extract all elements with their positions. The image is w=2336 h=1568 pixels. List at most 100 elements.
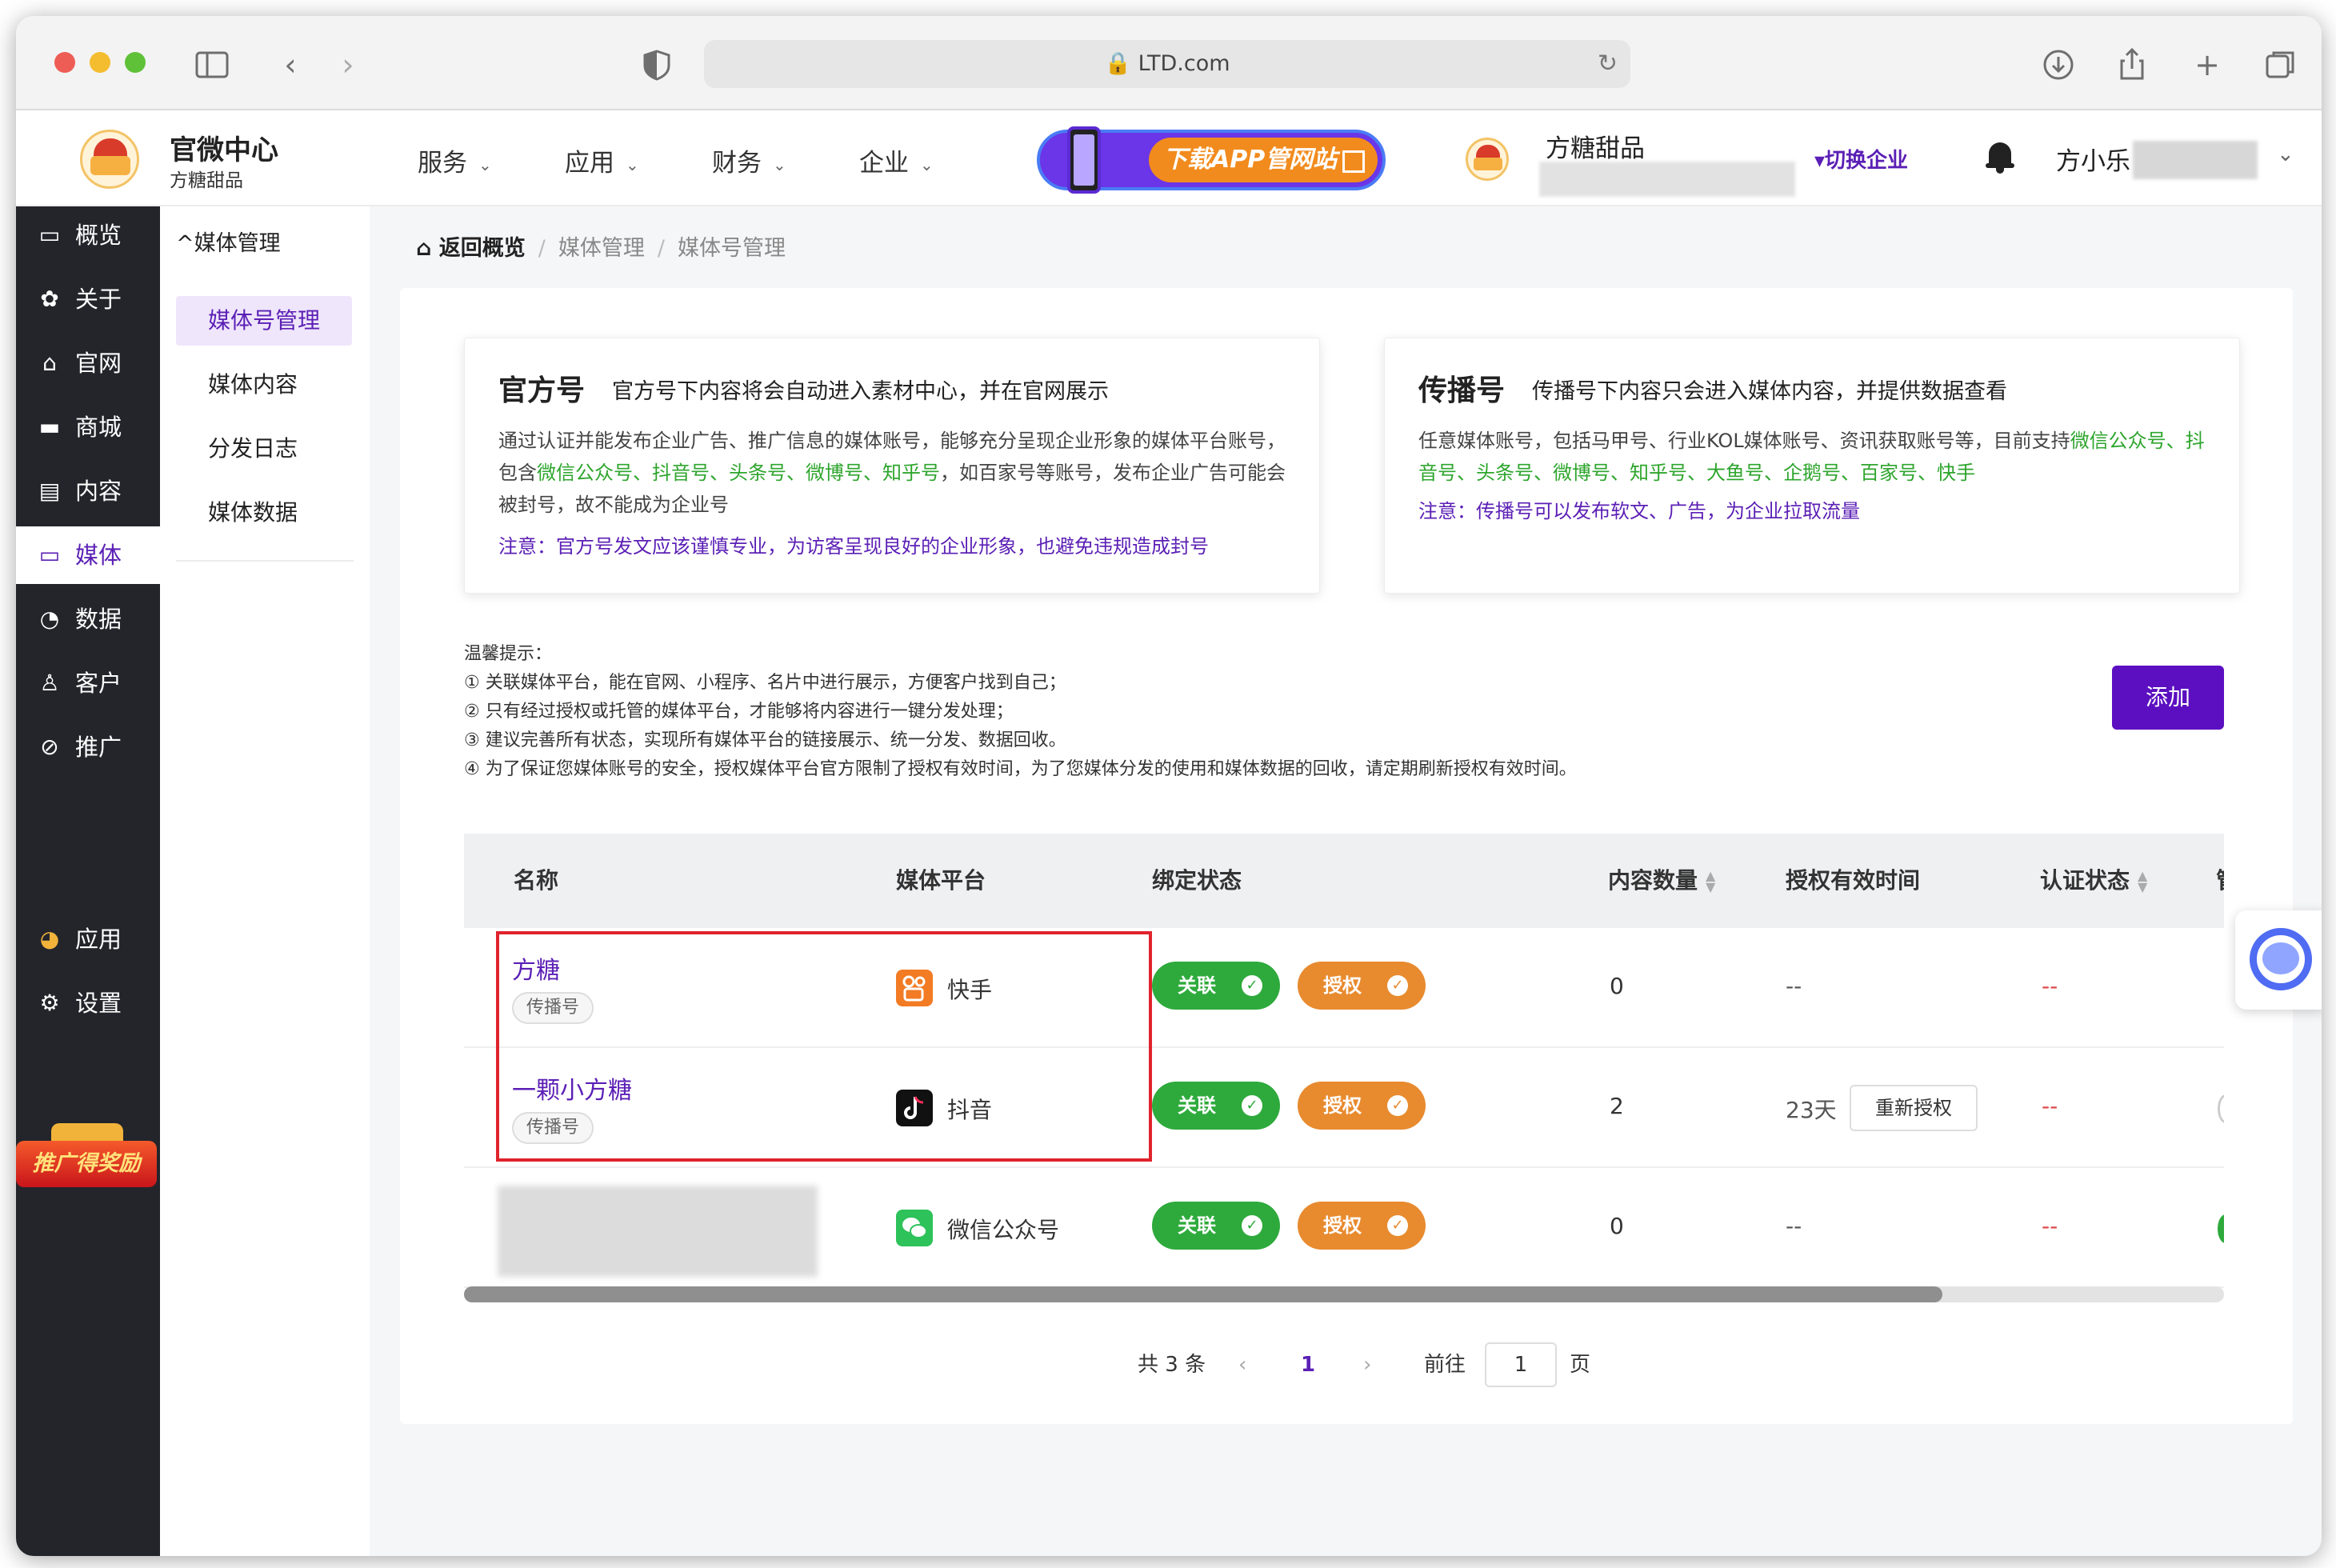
subnav-title[interactable]: ^媒体管理	[176, 226, 281, 257]
card-body: 通过认证并能发布企业广告、推广信息的媒体账号，能够充分呈现企业形象的媒体平台账号…	[498, 425, 1290, 521]
auth-valid-time: --	[1786, 1213, 1802, 1239]
content-count: 0	[1610, 973, 1624, 999]
sidebar-item-label: 商城	[75, 414, 122, 441]
auth-valid-time: 23天	[1786, 1097, 1837, 1123]
nav-services[interactable]: 服务 ⌄	[418, 142, 492, 178]
qr-code-icon	[1342, 150, 1365, 173]
highlight-box	[496, 931, 1152, 1162]
back-icon[interactable]: ‹	[272, 46, 309, 83]
reauthorize-button[interactable]: 重新授权	[1850, 1085, 1978, 1131]
download-icon[interactable]	[2040, 46, 2077, 83]
sidebar-item-content[interactable]: ▤ 内容	[16, 462, 160, 520]
sidebar-item-media[interactable]: ▭ 媒体	[16, 526, 160, 584]
breadcrumb-home-label: 返回概览	[438, 236, 526, 261]
bind-status-button[interactable]: 关联 ✓	[1152, 1202, 1280, 1250]
download-app-banner[interactable]: 下载APP管网站	[1037, 126, 1386, 194]
header-platform: 媒体平台	[896, 867, 986, 894]
minimize-window-button[interactable]	[90, 52, 110, 73]
table-horizontal-scrollbar[interactable]	[464, 1286, 2224, 1302]
user-name[interactable]: 方小乐	[2056, 141, 2130, 177]
sidebar-item-about[interactable]: ✿ 关于	[16, 270, 160, 328]
subnav-item-media-data[interactable]: 媒体数据	[176, 488, 352, 538]
subnav-item-distribution-log[interactable]: 分发日志	[176, 424, 352, 474]
authorize-button[interactable]: 授权 ✓	[1298, 962, 1426, 1010]
authorize-button[interactable]: 授权 ✓	[1298, 1202, 1426, 1250]
content-count: 2	[1610, 1093, 1624, 1119]
promotion-reward-badge[interactable]: 推广得奖励	[16, 1118, 160, 1206]
bind-status-button[interactable]: 关联 ✓	[1152, 962, 1280, 1010]
document-icon: ▤	[38, 478, 61, 504]
sidebar-item-label: 媒体	[75, 542, 122, 569]
new-tab-icon[interactable]: +	[2189, 46, 2226, 83]
nav-finance[interactable]: 财务 ⌄	[712, 142, 786, 178]
goto-label: 前往	[1424, 1353, 1466, 1377]
page-jump-input[interactable]: 1	[1485, 1342, 1557, 1387]
chevron-down-icon[interactable]: ⌄	[2277, 142, 2294, 166]
header-bind-status: 绑定状态	[1152, 867, 1242, 894]
dashboard-icon: ▭	[38, 222, 61, 248]
card-body-text: 任意媒体账号，包括马甲号、行业KOL媒体账号、资讯获取账号等，目前支持	[1418, 430, 2070, 452]
broadcast-account-card: 传播号 传播号下内容只会进入媒体内容，并提供数据查看 任意媒体账号，包括马甲号、…	[1384, 338, 2240, 594]
forward-icon[interactable]: ›	[330, 46, 366, 83]
sidebar-item-overview[interactable]: ▭ 概览	[16, 206, 160, 264]
authorize-button[interactable]: 授权 ✓	[1298, 1082, 1426, 1130]
wechat-icon	[896, 1210, 933, 1246]
sidebar-toggle-icon[interactable]	[194, 46, 230, 83]
share-icon[interactable]	[2114, 46, 2150, 83]
breadcrumb-media-management[interactable]: 媒体管理	[558, 236, 645, 261]
breadcrumb-media-accounts: 媒体号管理	[677, 236, 786, 261]
zoom-window-button[interactable]	[125, 52, 146, 73]
sidebar-item-customers[interactable]: ♙ 客户	[16, 654, 160, 712]
address-bar[interactable]: 🔒 LTD.com ↻	[704, 40, 1630, 88]
user-name-redacted	[2133, 141, 2258, 179]
card-body: 任意媒体账号，包括马甲号、行业KOL媒体账号、资讯获取账号等，目前支持微信公众号…	[1418, 425, 2210, 489]
header-content-count[interactable]: 内容数量 ▲ ▼	[1608, 834, 1715, 928]
platform-name: 微信公众号	[947, 1217, 1060, 1243]
user-icon: ♙	[39, 670, 60, 696]
next-page-icon[interactable]: ›	[1363, 1342, 1371, 1387]
browser-window: ‹ › 🔒 LTD.com ↻ + 官微中心 方糖甜品 服务 ⌄ 应用 ⌄ 财务 ⌄ …	[16, 16, 2322, 1556]
nav-apps[interactable]: 应用 ⌄	[565, 142, 639, 178]
switch-company-link[interactable]: ▾切换企业	[1814, 144, 1908, 174]
brand-title: 官微中心	[170, 134, 278, 166]
check-circle-icon: ✓	[1242, 1215, 1262, 1236]
authorize-label: 授权	[1323, 1214, 1362, 1237]
sidebar-item-apps[interactable]: ◕ 应用	[16, 910, 160, 968]
nav-services-label: 服务	[418, 149, 467, 178]
url-text: 🔒 LTD.com	[1104, 51, 1230, 76]
breadcrumb-home[interactable]: ⌂ 返回概览	[416, 236, 526, 261]
close-window-button[interactable]	[54, 52, 75, 73]
bind-status-label: 关联	[1178, 1094, 1216, 1117]
sidebar-item-promotion[interactable]: ⊘ 推广	[16, 718, 160, 776]
reload-icon[interactable]: ↻	[1598, 50, 1618, 78]
official-account-card: 官方号 官方号下内容将会自动进入素材中心，并在官网展示 通过认证并能发布企业广告…	[464, 338, 1320, 594]
apps-icon: ◕	[39, 926, 60, 952]
sidebar-item-shop[interactable]: ▬ 商城	[16, 398, 160, 456]
check-circle-icon: ✓	[1387, 1215, 1408, 1236]
download-app-label: 下载APP管网站	[1149, 138, 1378, 182]
sort-icon: ▲ ▼	[1706, 868, 1716, 894]
subnav-item-media-content[interactable]: 媒体内容	[176, 360, 352, 410]
gear-icon: ✿	[40, 286, 59, 312]
sidebar-item-data[interactable]: ◔ 数据	[16, 590, 160, 648]
sidebar-item-settings[interactable]: ⚙ 设置	[16, 974, 160, 1032]
sort-icon: ▲ ▼	[2138, 868, 2148, 894]
nav-enterprise[interactable]: 企业 ⌄	[859, 142, 934, 178]
brand-logo[interactable]	[80, 130, 139, 189]
subnav-item-media-accounts[interactable]: 媒体号管理	[176, 296, 352, 346]
header-name: 名称	[514, 867, 559, 894]
shield-icon[interactable]	[638, 46, 675, 83]
main-panel: 官方号 官方号下内容将会自动进入素材中心，并在官网展示 通过认证并能发布企业广告…	[400, 288, 2293, 1424]
prev-page-icon[interactable]: ‹	[1238, 1342, 1246, 1387]
customer-service-button[interactable]	[2235, 910, 2322, 1010]
sidebar-item-website[interactable]: ⌂ 官网	[16, 334, 160, 392]
header-cert-status[interactable]: 认证状态 ▲ ▼	[2040, 834, 2147, 928]
page-number-current[interactable]: 1	[1301, 1342, 1315, 1387]
tabs-overview-icon[interactable]	[2262, 46, 2299, 83]
status-circle-icon	[2218, 1214, 2224, 1243]
add-button[interactable]: 添加	[2112, 666, 2224, 730]
scrollbar-thumb[interactable]	[464, 1286, 1942, 1302]
bell-icon[interactable]	[1986, 139, 2014, 174]
header-content-count-label: 内容数量	[1608, 867, 1698, 894]
bind-status-button[interactable]: 关联 ✓	[1152, 1082, 1280, 1130]
